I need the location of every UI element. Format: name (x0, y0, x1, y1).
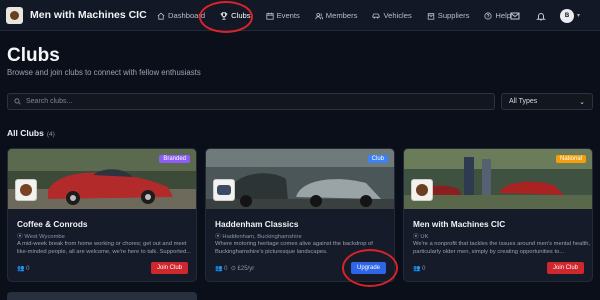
club-description: We're a nonprofit that tackles the issue… (413, 241, 591, 255)
nav-events-label: Events (276, 11, 300, 20)
club-type-badge: Branded (159, 155, 190, 163)
club-price: £25/yr (237, 266, 255, 272)
help-icon (484, 11, 493, 20)
club-card-image: National (404, 149, 592, 209)
price-icon: ⊙ (230, 266, 236, 272)
club-location-text: Haddenham, Buckinghamshire (222, 234, 302, 240)
club-card[interactable]: National Men with Machines CIC ⦿ UK We'r… (403, 148, 593, 282)
mail-icon[interactable] (510, 11, 520, 21)
nav-suppliers-label: Suppliers (437, 11, 470, 20)
users-icon: 👥 (215, 266, 223, 272)
calendar-icon (265, 12, 274, 20)
nav-suppliers[interactable]: Suppliers (427, 11, 470, 20)
nav-events[interactable]: Events (265, 11, 300, 20)
users-icon: 👥 (413, 266, 421, 272)
type-filter-value: All Types (509, 98, 538, 105)
member-count-value: 0 (224, 266, 228, 272)
box-icon (427, 12, 434, 20)
club-location-text: West Wycombe (24, 234, 65, 240)
section-title: All Clubs (4) (7, 128, 55, 138)
club-logo (15, 179, 37, 201)
club-card[interactable]: Branded Coffee & Conrods ⦿ West Wycombe … (7, 148, 197, 282)
member-count-value: 0 (26, 266, 30, 272)
chevron-down-icon: ⌄ (579, 98, 585, 106)
club-card-partial (7, 292, 197, 300)
club-location: ⦿ UK (413, 234, 429, 240)
search-input[interactable]: Search clubs... (7, 93, 495, 110)
top-actions: B ▾ (494, 0, 580, 31)
member-count: 👥 0 (413, 265, 426, 272)
bell-icon[interactable] (536, 11, 546, 21)
club-card-image: Branded (8, 149, 196, 209)
car-icon (372, 13, 381, 19)
annotation-circle-clubs (199, 1, 253, 33)
top-navbar: Men with Machines CIC Dashboard Clubs Ev… (0, 0, 600, 31)
club-name: Haddenham Classics (215, 219, 299, 229)
club-name: Coffee & Conrods (17, 219, 88, 229)
club-type-badge: National (555, 155, 586, 163)
annotation-circle-upgrade (342, 249, 398, 287)
member-count-value: 0 (422, 266, 426, 272)
club-type-badge: Club (367, 155, 388, 163)
club-card-image: Club (206, 149, 394, 209)
club-description: A mid-week break from home working or ch… (17, 241, 192, 255)
app-logo (6, 6, 23, 24)
club-logo (411, 179, 433, 201)
section-title-label: All Clubs (7, 128, 44, 138)
club-location: ⦿ West Wycombe (17, 234, 65, 240)
club-name: Men with Machines CIC (413, 219, 506, 229)
users-icon (315, 12, 323, 19)
search-icon (14, 98, 21, 105)
member-count: 👥 0 (17, 265, 30, 272)
join-club-button[interactable]: Join Club (546, 262, 584, 274)
nav-members-label: Members (325, 11, 358, 20)
nav-dashboard[interactable]: Dashboard (157, 11, 205, 20)
brand[interactable]: Men with Machines CIC (6, 6, 147, 24)
type-filter-select[interactable]: All Types ⌄ (501, 93, 593, 110)
nav-vehicles-label: Vehicles (383, 11, 412, 20)
member-count: 👥 0 ⊙ £25/yr (215, 265, 254, 272)
nav-members[interactable]: Members (315, 11, 358, 20)
nav-vehicles[interactable]: Vehicles (372, 11, 412, 20)
chevron-down-icon[interactable]: ▾ (577, 12, 580, 19)
join-club-button[interactable]: Join Club (150, 262, 188, 274)
home-icon (157, 12, 165, 20)
app-name: Men with Machines CIC (30, 9, 147, 21)
club-logo (213, 179, 235, 201)
user-avatar[interactable]: B (559, 8, 574, 23)
club-location: ⦿ Haddenham, Buckinghamshire (215, 234, 302, 240)
section-count: (4) (46, 131, 55, 138)
search-placeholder: Search clubs... (26, 98, 73, 105)
page-title: Clubs (7, 45, 60, 66)
page-subtitle: Browse and join clubs to connect with fe… (7, 68, 201, 77)
club-location-text: UK (420, 234, 429, 240)
users-icon: 👥 (17, 266, 25, 272)
